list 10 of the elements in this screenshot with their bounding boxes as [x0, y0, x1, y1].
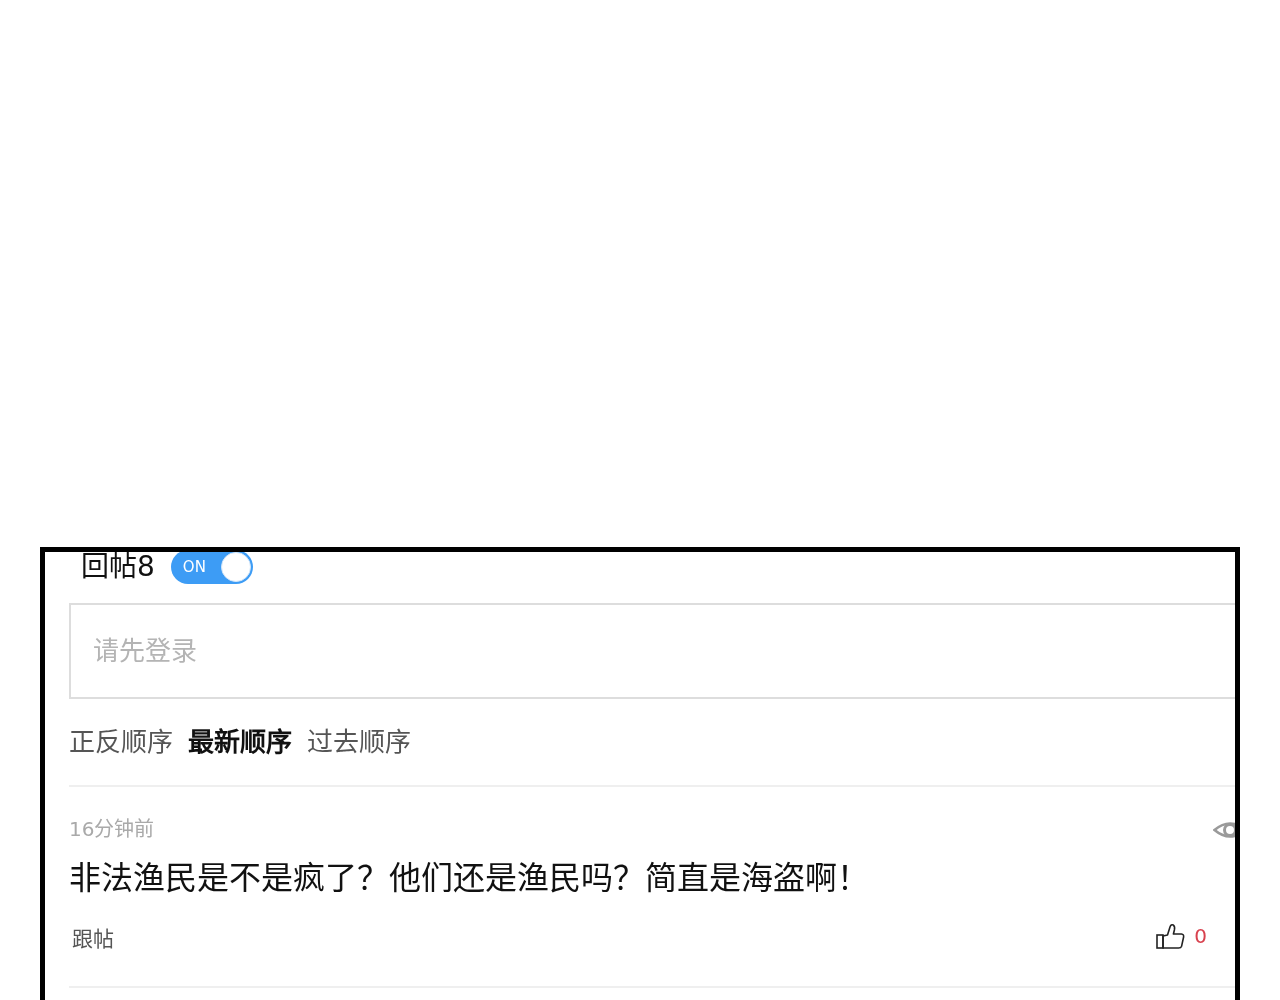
sort-tab[interactable]: 最新顺序: [188, 723, 292, 761]
comment-time: 16分钟前: [69, 815, 155, 842]
reply-link[interactable]: 跟帖: [69, 926, 114, 952]
thumbs-up-icon[interactable]: [1156, 922, 1186, 950]
sort-tab[interactable]: 过去顺序: [307, 723, 411, 761]
comment-text: 非法渔民是不是疯了？他们还是渔民吗？简直是海盗啊！: [69, 858, 870, 899]
reply-count-title: 回帖8: [81, 552, 155, 584]
like-count: 0: [1194, 924, 1207, 948]
sort-tab[interactable]: 正反顺序: [69, 723, 173, 761]
comment-input-field[interactable]: 请先登录: [69, 603, 1235, 699]
